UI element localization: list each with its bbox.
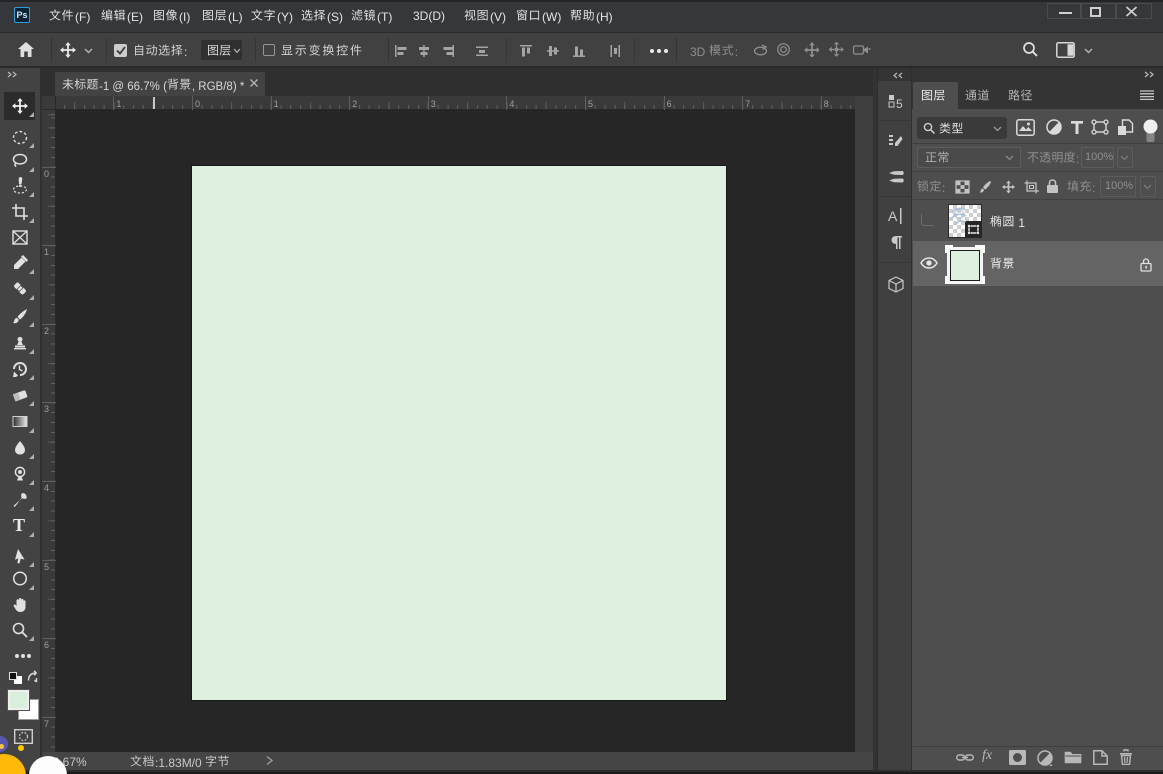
svg-text:A: A [888, 208, 898, 224]
svg-text:5: 5 [896, 97, 903, 111]
